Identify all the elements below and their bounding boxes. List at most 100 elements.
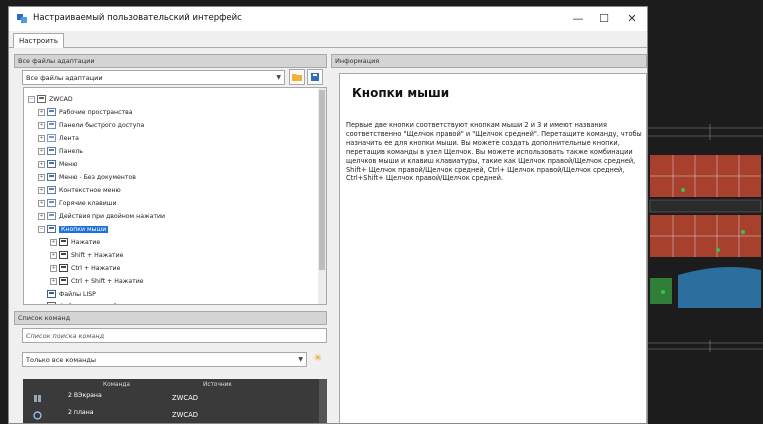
expand-toggle-icon[interactable]: + xyxy=(38,134,45,142)
save-icon xyxy=(311,73,319,81)
tree-node-item[interactable]: + Рабочие пространства xyxy=(38,107,133,119)
chevron-down-icon: ▼ xyxy=(276,74,281,81)
tree-node-partial-files[interactable]: Файлы частичной адаптации xyxy=(38,301,154,304)
command-filter-dropdown[interactable]: Только все команды ▼ xyxy=(22,352,307,367)
tree-node-item[interactable]: + Горячие клавиши xyxy=(38,198,117,210)
close-icon: ✕ xyxy=(627,12,637,25)
tree-node-label: Действия при двойном нажатии xyxy=(59,213,166,220)
customization-tree[interactable]: − ZWCAD + Рабочие пространства + Панели быстр… xyxy=(23,87,327,305)
expand-toggle-icon[interactable]: − xyxy=(38,225,45,233)
menu-icon xyxy=(47,160,56,168)
tree-node-label: Панель xyxy=(59,148,83,155)
command-name: 2 плана xyxy=(68,409,94,416)
expand-toggle-icon[interactable]: + xyxy=(38,147,45,155)
command-search-input[interactable]: Список поиска команд xyxy=(22,328,327,343)
close-button[interactable]: ✕ xyxy=(619,11,645,27)
quick-access-icon xyxy=(47,121,56,129)
double-click-icon xyxy=(47,212,56,220)
expand-toggle-icon[interactable]: + xyxy=(50,238,57,246)
tree-node-label: ZWCAD xyxy=(49,96,73,103)
expand-toggle-icon[interactable]: + xyxy=(50,264,57,272)
new-command-button[interactable]: ✳ xyxy=(311,352,325,366)
app-icon xyxy=(17,14,27,23)
command-row[interactable]: 2 ВЭкрана ZWCAD xyxy=(23,391,315,407)
customize-ui-dialog: Настраиваемый пользовательский интерфейс… xyxy=(8,6,648,424)
viewport-icon xyxy=(34,395,41,402)
tree-node-label: Лента xyxy=(59,135,79,142)
minimize-button[interactable]: — xyxy=(565,11,591,27)
window-title: Настраиваемый пользовательский интерфейс xyxy=(33,13,242,23)
lisp-icon xyxy=(47,290,56,298)
tree-node-item[interactable]: + Действия при двойном нажатии xyxy=(38,211,165,223)
tree-node-label: Меню xyxy=(59,161,78,168)
save-button[interactable] xyxy=(307,69,323,85)
expand-toggle-icon[interactable]: − xyxy=(28,95,35,103)
filter-value: Только все команды xyxy=(26,356,97,364)
mouse-icon xyxy=(59,264,68,272)
command-list-panel-header: Список команд xyxy=(14,311,327,325)
tree-node-label: Нажатие xyxy=(71,239,101,246)
command-table-scrollbar[interactable] xyxy=(319,379,327,423)
expand-toggle-icon[interactable]: + xyxy=(50,251,57,259)
context-menu-icon xyxy=(47,186,56,194)
expand-toggle-icon[interactable]: + xyxy=(38,173,45,181)
mouse-icon xyxy=(59,277,68,285)
info-heading: Кнопки мыши xyxy=(352,86,450,100)
tree-node-root[interactable]: − ZWCAD xyxy=(28,94,73,106)
expand-toggle-icon[interactable]: + xyxy=(38,199,45,207)
tree-node-lisp-files[interactable]: Файлы LISP xyxy=(38,289,96,301)
menu-icon xyxy=(47,173,56,181)
zwcad-icon xyxy=(37,95,46,103)
scrollbar-thumb[interactable] xyxy=(319,90,325,270)
tree-node-item[interactable]: + Лента xyxy=(38,133,79,145)
expand-toggle-icon[interactable]: + xyxy=(38,186,45,194)
tree-node-label: Горячие клавиши xyxy=(59,200,117,207)
star-icon: ✳ xyxy=(313,353,323,364)
expand-toggle-icon[interactable]: + xyxy=(50,277,57,285)
tree-node-label: Ctrl + Shift + Нажатие xyxy=(71,278,144,285)
tree-node-mouse-action[interactable]: + Нажатие xyxy=(50,237,100,249)
expand-toggle-icon[interactable]: + xyxy=(38,108,45,116)
expand-toggle-icon[interactable]: + xyxy=(38,121,45,129)
tree-node-item[interactable]: + Панель xyxy=(38,146,83,158)
tree-node-label: Файлы LISP xyxy=(59,291,96,298)
command-row[interactable]: 2 плана ZWCAD xyxy=(23,408,315,423)
tree-node-label: Файлы частичной адаптации xyxy=(59,303,154,304)
tree-node-item[interactable]: + Меню - Без документов xyxy=(38,172,136,184)
maximize-icon: ☐ xyxy=(599,12,609,25)
info-panel-header: Информация xyxy=(331,54,647,68)
command-name: 2 ВЭкрана xyxy=(68,392,102,399)
tree-node-mouse-action[interactable]: + Ctrl + Shift + Нажатие xyxy=(50,276,144,288)
mouse-icon xyxy=(59,251,68,259)
tree-node-label: Меню - Без документов xyxy=(59,174,136,181)
tree-node-label: Shift + Нажатие xyxy=(71,252,124,259)
command-table[interactable]: Команда Источник 2 ВЭкрана ZWCAD 2 плана ZW… xyxy=(23,379,327,423)
info-panel: Кнопки мыши Первые две кнопки соответств… xyxy=(339,73,647,423)
tree-node-item[interactable]: + Меню xyxy=(38,159,77,171)
mouse-icon xyxy=(59,238,68,246)
cad-drawing-background xyxy=(648,0,763,424)
tree-node-mouse-action[interactable]: + Shift + Нажатие xyxy=(50,250,123,262)
expand-toggle-icon[interactable]: + xyxy=(38,160,45,168)
tree-node-label: Рабочие пространства xyxy=(59,109,133,116)
maximize-button[interactable]: ☐ xyxy=(591,11,617,27)
circle-icon xyxy=(33,411,42,420)
column-header-command: Команда xyxy=(103,382,130,388)
customization-file-dropdown[interactable]: Все файлы адаптации ▼ xyxy=(22,70,285,85)
toolbar-icon xyxy=(47,147,56,155)
tab-customize[interactable]: Настроить xyxy=(13,33,64,48)
tree-node-label: Ctrl + Нажатие xyxy=(71,265,121,272)
folder-icon xyxy=(292,74,302,81)
tree-node-item[interactable]: + Панели быстрого доступа xyxy=(38,120,144,132)
expand-toggle-icon[interactable]: + xyxy=(38,212,45,220)
workspace-icon xyxy=(47,108,56,116)
tree-node-mouse-action[interactable]: + Ctrl + Нажатие xyxy=(50,263,120,275)
tree-node-item[interactable]: + Контекстное меню xyxy=(38,185,121,197)
chevron-down-icon: ▼ xyxy=(298,356,303,363)
column-header-source: Источник xyxy=(203,382,232,388)
tree-scrollbar[interactable] xyxy=(318,88,326,304)
keyboard-icon xyxy=(47,199,56,207)
command-source: ZWCAD xyxy=(172,394,199,402)
open-file-button[interactable] xyxy=(289,69,305,85)
tree-node-item[interactable]: − Кнопки мыши xyxy=(38,224,109,236)
